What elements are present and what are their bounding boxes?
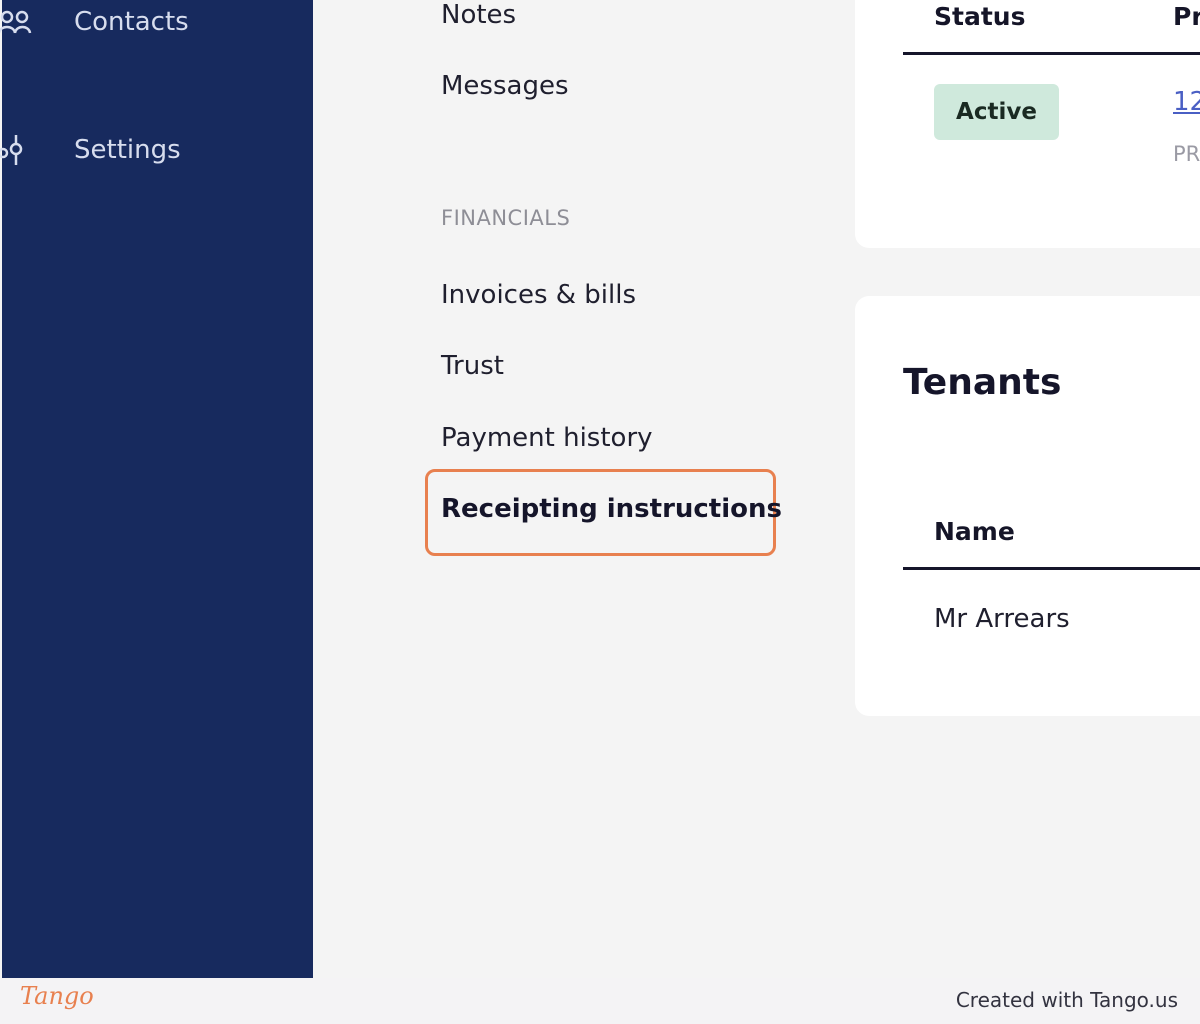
- sidebar-item-label: Settings: [74, 135, 181, 165]
- tango-logo: Tango: [20, 982, 94, 1010]
- table-header-divider: [903, 567, 1200, 570]
- tenants-title: Tenants: [903, 362, 1062, 403]
- subnav-item-notes[interactable]: Notes: [441, 0, 516, 30]
- sidebar-item-label: Contacts: [74, 7, 189, 37]
- sidebar: Contacts Settings: [0, 0, 313, 978]
- settings-icon: [0, 133, 32, 167]
- status-badge: Active: [934, 84, 1059, 140]
- header-divider: [903, 52, 1200, 55]
- footer: Tango Created with Tango.us: [0, 978, 1200, 1024]
- property-subtext: PR: [1173, 142, 1200, 166]
- footer-credit: Created with Tango.us: [955, 988, 1178, 1012]
- subnav-item-invoices-bills[interactable]: Invoices & bills: [441, 280, 636, 310]
- subnav-item-messages[interactable]: Messages: [441, 71, 569, 101]
- tenants-card: [855, 296, 1200, 716]
- column-header: Pr: [1173, 2, 1200, 31]
- status-column-header: Status: [934, 2, 1026, 31]
- tenant-name-cell[interactable]: Mr Arrears: [934, 604, 1070, 634]
- subnav-item-receipting-instructions[interactable]: Receipting instructions: [441, 494, 782, 524]
- property-link[interactable]: 12: [1173, 87, 1200, 117]
- subnav-item-payment-history[interactable]: Payment history: [441, 423, 653, 453]
- section-heading-financials: FINANCIALS: [441, 206, 571, 230]
- subnav-item-trust[interactable]: Trust: [441, 351, 504, 381]
- contacts-icon: [0, 5, 32, 39]
- name-column-header: Name: [934, 517, 1015, 546]
